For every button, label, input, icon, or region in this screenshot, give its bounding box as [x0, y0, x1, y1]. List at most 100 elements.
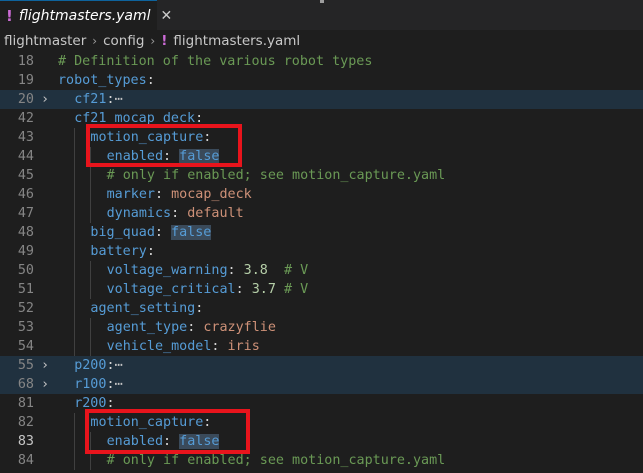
- code-text: r100:⋯: [74, 375, 122, 394]
- code-line-45[interactable]: 45 # only if enabled; see motion_capture.…: [0, 166, 643, 185]
- comment: # only if enabled; see motion_capture.ya…: [106, 168, 446, 183]
- punctuation: :: [106, 92, 115, 107]
- punctuation: :: [146, 73, 155, 88]
- code-line-68[interactable]: 68 › r100:⋯: [0, 375, 643, 394]
- line-number: 46: [17, 187, 34, 202]
- chevron-right-icon: ›: [92, 34, 98, 48]
- line-number: 82: [17, 415, 34, 430]
- indent-guide: [90, 280, 92, 299]
- code-line-55[interactable]: 55 › p200:⋯: [0, 356, 643, 375]
- breadcrumb-item-config[interactable]: config: [103, 33, 144, 49]
- punctuation: :: [195, 301, 204, 316]
- yaml-exclamation-icon: !: [161, 33, 168, 49]
- number-value: 3.8: [243, 263, 268, 278]
- punctuation: :: [106, 377, 115, 392]
- line-number: 42: [17, 111, 34, 126]
- punctuation: :: [171, 206, 188, 221]
- indent-guide: [90, 185, 92, 204]
- fold-chevron-icon[interactable]: ›: [38, 356, 52, 375]
- code-line-50[interactable]: 50 voltage_warning: 3.8 # V: [0, 261, 643, 280]
- comment: # Definition of the various robot types: [58, 54, 373, 69]
- yaml-key: vehicle_model: [106, 339, 212, 354]
- folded-ellipsis: ⋯: [114, 92, 123, 107]
- indent-guide: [90, 261, 92, 280]
- string-value: mocap_deck: [171, 187, 252, 202]
- fold-chevron-icon[interactable]: ›: [38, 90, 52, 109]
- code-text: dynamics: default: [107, 204, 244, 223]
- punctuation: :: [187, 320, 204, 335]
- yaml-key: cf21: [74, 92, 107, 107]
- punctuation: :: [154, 187, 172, 202]
- code-text: voltage_warning: 3.8 # V: [107, 261, 309, 280]
- indent-guide: [90, 166, 92, 185]
- fold-chevron-icon[interactable]: ›: [38, 375, 52, 394]
- yaml-key: agent_setting: [90, 301, 196, 316]
- comment: # V: [283, 282, 309, 297]
- yaml-key: dynamics: [106, 206, 172, 221]
- code-text: robot_types:: [58, 71, 155, 90]
- line-number: 81: [17, 396, 34, 411]
- indent-guide: [90, 337, 92, 356]
- comment: # V: [283, 263, 309, 278]
- indent-guide: [74, 413, 76, 432]
- indent-guide: [74, 280, 76, 299]
- line-number: 53: [17, 320, 34, 335]
- code-line-52[interactable]: 52 agent_setting:: [0, 299, 643, 318]
- code-line-19[interactable]: 19 robot_types:: [0, 71, 643, 90]
- code-text: cf21:⋯: [74, 90, 122, 109]
- code-text: battery:: [90, 242, 155, 261]
- punctuation: :: [227, 263, 244, 278]
- code-line-49[interactable]: 49 battery:: [0, 242, 643, 261]
- yaml-key: voltage_warning: [106, 263, 228, 278]
- line-number: 49: [17, 244, 34, 259]
- indent-guide: [74, 318, 76, 337]
- line-number: 83: [17, 434, 34, 449]
- indent-guide: [74, 299, 76, 318]
- line-number: 44: [17, 149, 34, 164]
- highlight-box-motion-capture-1: [86, 124, 242, 167]
- punctuation: :: [146, 244, 155, 259]
- code-line-46[interactable]: 46 marker: mocap_deck: [0, 185, 643, 204]
- breadcrumb-item-file[interactable]: flightmasters.yaml: [173, 33, 300, 49]
- punctuation: :: [154, 225, 172, 240]
- punctuation: :: [106, 358, 115, 373]
- code-line-47[interactable]: 47 dynamics: default: [0, 204, 643, 223]
- tab-flightmasters-yaml[interactable]: ! flightmasters.yaml ✕: [0, 0, 172, 30]
- close-icon[interactable]: ✕: [161, 8, 173, 24]
- code-text: voltage_critical: 3.7 # V: [107, 280, 309, 299]
- line-number: 47: [17, 206, 34, 221]
- code-line-54[interactable]: 54 vehicle_model: iris: [0, 337, 643, 356]
- code-line-51[interactable]: 51 voltage_critical: 3.7 # V: [0, 280, 643, 299]
- code-text: # Definition of the various robot types: [58, 52, 372, 71]
- indent-guide: [90, 204, 92, 223]
- highlight-box-motion-capture-2: [85, 409, 250, 454]
- yaml-key: voltage_critical: [106, 282, 236, 297]
- line-number: 19: [17, 73, 34, 88]
- indent-guide: [74, 451, 76, 470]
- yaml-key: p200: [74, 358, 107, 373]
- line-number: 43: [17, 130, 34, 145]
- code-line-48[interactable]: 48 big_quad: false: [0, 223, 643, 242]
- code-line-20[interactable]: 20 › cf21:⋯: [0, 90, 643, 109]
- yaml-exclamation-icon: !: [6, 6, 13, 25]
- indent-guide: [74, 242, 76, 261]
- line-number: 45: [17, 168, 34, 183]
- line-number: 84: [17, 453, 34, 468]
- punctuation: :: [211, 339, 228, 354]
- code-text: big_quad: false: [90, 223, 212, 242]
- string-value: iris: [227, 339, 260, 354]
- line-number: 50: [17, 263, 34, 278]
- line-number: 54: [17, 339, 34, 354]
- indent-guide: [74, 128, 76, 147]
- line-number: 52: [17, 301, 34, 316]
- line-number: 51: [17, 282, 34, 297]
- code-line-18[interactable]: 18 # Definition of the various robot type…: [0, 52, 643, 71]
- line-number: 20: [17, 92, 34, 107]
- code-line-53[interactable]: 53 agent_type: crazyflie: [0, 318, 643, 337]
- punctuation: :: [235, 282, 252, 297]
- yaml-key: agent_type: [106, 320, 188, 335]
- indent-guide: [74, 261, 76, 280]
- line-number: 55: [17, 358, 34, 373]
- breadcrumb-item-flightmaster[interactable]: flightmaster: [4, 33, 86, 49]
- indent-guide: [74, 223, 76, 242]
